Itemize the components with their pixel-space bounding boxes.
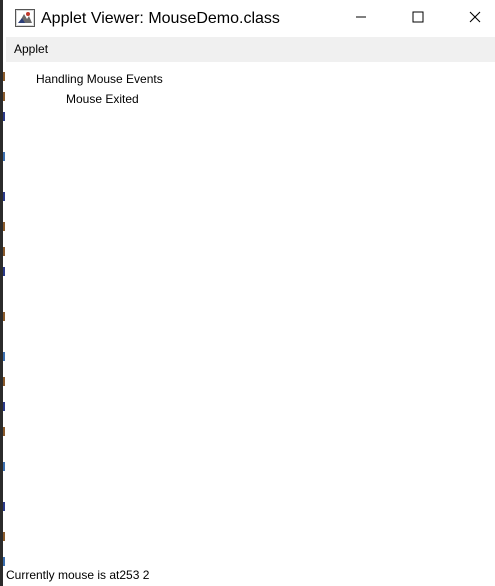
applet-heading: Handling Mouse Events	[36, 72, 163, 86]
minimize-icon	[355, 10, 367, 28]
status-bar-text: Currently mouse is at253 2	[6, 568, 150, 582]
maximize-button[interactable]	[395, 0, 441, 37]
maximize-icon	[412, 10, 424, 28]
java-applet-icon	[15, 8, 35, 28]
close-button[interactable]	[452, 0, 495, 37]
applet-viewer-window: Applet Viewer: MouseDemo.class Applet Ha…	[0, 0, 495, 586]
menu-applet[interactable]: Applet	[14, 42, 48, 56]
menu-bar: Applet	[6, 37, 495, 62]
window-title: Applet Viewer: MouseDemo.class	[41, 10, 280, 27]
minimize-button[interactable]	[338, 0, 384, 37]
close-icon	[469, 10, 481, 28]
mouse-event-message: Mouse Exited	[66, 92, 139, 106]
applet-canvas[interactable]: Handling Mouse Events Mouse Exited	[6, 62, 495, 586]
title-bar[interactable]: Applet Viewer: MouseDemo.class	[6, 0, 495, 37]
